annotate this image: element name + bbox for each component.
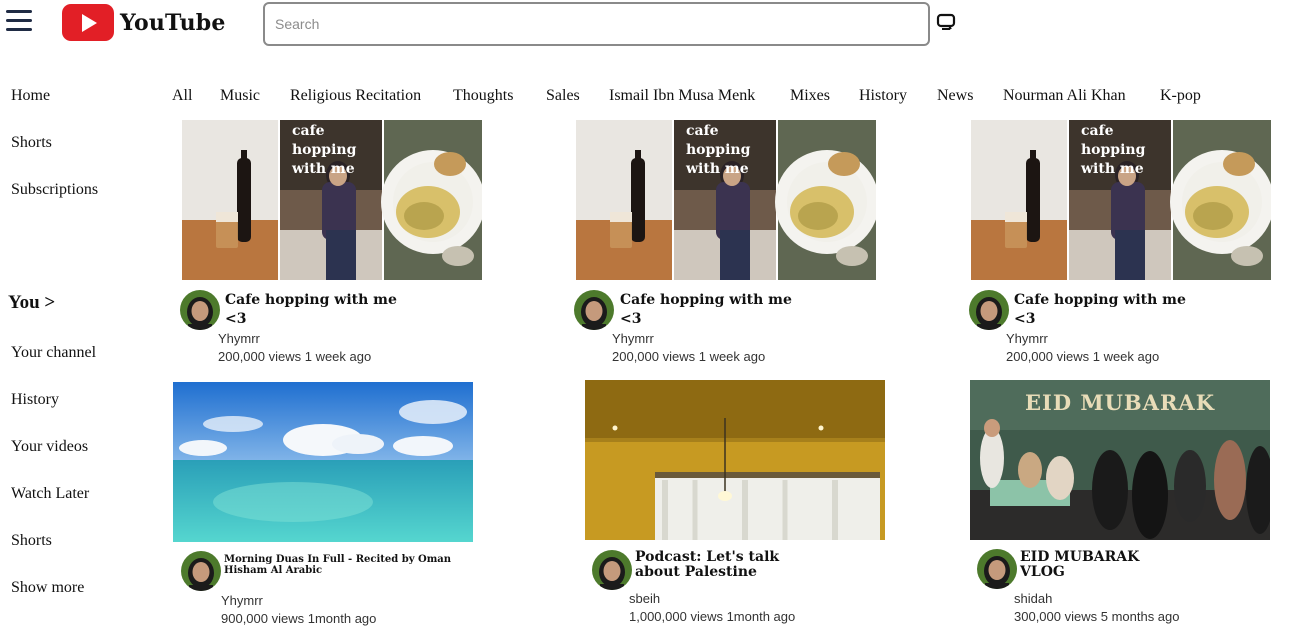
thumbnail-caption: EID MUBARAK (1025, 390, 1215, 415)
menu-icon[interactable] (6, 10, 32, 34)
channel-name[interactable]: shidah (1014, 591, 1052, 606)
chip-music[interactable]: Music (220, 87, 260, 105)
search-input[interactable] (263, 2, 930, 46)
avatar[interactable] (181, 551, 221, 591)
channel-name[interactable]: Yhymrr (221, 593, 263, 608)
sidebar-item-home[interactable]: Home (11, 87, 50, 105)
video-meta: 1,000,000 views 1month ago (629, 609, 796, 624)
video-thumbnail[interactable] (173, 382, 473, 542)
video-title[interactable]: Morning Duas In Full - Recited by Oman H… (224, 554, 454, 576)
thumbnail-caption: cafe hopping with me (292, 123, 357, 177)
youtube-logo[interactable]: YouTube (62, 4, 226, 41)
avatar[interactable] (180, 290, 220, 330)
avatar[interactable] (977, 549, 1017, 589)
chip-all[interactable]: All (172, 87, 192, 105)
video-thumbnail[interactable]: EID MUBARAK (970, 380, 1270, 540)
channel-name[interactable]: Yhymrr (1006, 331, 1048, 346)
avatar[interactable] (574, 290, 614, 330)
logo-text: YouTube (120, 9, 226, 36)
sidebar-item-shorts[interactable]: Shorts (11, 134, 52, 152)
chip-news[interactable]: News (937, 87, 973, 105)
chip-sales[interactable]: Sales (546, 87, 580, 105)
chip-nourman-ali-khan[interactable]: Nourman Ali Khan (1003, 87, 1126, 105)
video-meta: 300,000 views 5 months ago (1014, 609, 1180, 624)
sidebar-item-shorts-2[interactable]: Shorts (11, 532, 52, 550)
chip-religious-recitation[interactable]: Religious Recitation (290, 87, 421, 105)
channel-name[interactable]: Yhymrr (612, 331, 654, 346)
thumbnail-caption: cafe hopping with me (686, 123, 751, 177)
avatar[interactable] (592, 550, 632, 590)
thumbnail-caption: cafe hopping with me (1081, 123, 1146, 177)
video-title[interactable]: Cafe hopping with me <3 (225, 291, 415, 329)
video-title[interactable]: Podcast: Let's talk about Palestine (635, 550, 815, 580)
video-meta: 900,000 views 1month ago (221, 611, 377, 626)
chip-k-pop[interactable]: K-pop (1160, 87, 1201, 105)
video-thumbnail[interactable]: cafe hopping with me (182, 120, 482, 280)
sidebar-item-your-channel[interactable]: Your channel (11, 344, 96, 362)
video-title[interactable]: EID MUBARAK VLOG (1020, 550, 1150, 580)
sidebar-item-watch-later[interactable]: Watch Later (11, 485, 89, 503)
sidebar-item-show-more[interactable]: Show more (11, 579, 84, 597)
video-meta: 200,000 views 1 week ago (612, 349, 766, 364)
sidebar-item-history[interactable]: History (11, 391, 59, 409)
channel-name[interactable]: Yhymrr (218, 331, 260, 346)
video-meta: 200,000 views 1 week ago (1006, 349, 1160, 364)
avatar[interactable] (969, 290, 1009, 330)
video-thumbnail[interactable] (585, 380, 885, 540)
search-icon[interactable] (935, 10, 959, 34)
chip-thoughts[interactable]: Thoughts (453, 87, 513, 105)
sidebar-item-your-videos[interactable]: Your videos (11, 438, 88, 456)
video-meta: 200,000 views 1 week ago (218, 349, 372, 364)
chip-history[interactable]: History (859, 87, 907, 105)
video-title[interactable]: Cafe hopping with me <3 (1014, 291, 1204, 329)
video-thumbnail[interactable]: cafe hopping with me (971, 120, 1271, 280)
chip-ismail-ibn-musa-menk[interactable]: Ismail Ibn Musa Menk (609, 87, 755, 105)
play-icon (62, 4, 114, 41)
channel-name[interactable]: sbeih (629, 591, 660, 606)
sidebar-item-subscriptions[interactable]: Subscriptions (11, 181, 98, 199)
sidebar-section-you[interactable]: You > (8, 292, 55, 314)
video-title[interactable]: Cafe hopping with me <3 (620, 291, 810, 329)
chip-mixes[interactable]: Mixes (790, 87, 830, 105)
video-thumbnail[interactable]: cafe hopping with me (576, 120, 876, 280)
